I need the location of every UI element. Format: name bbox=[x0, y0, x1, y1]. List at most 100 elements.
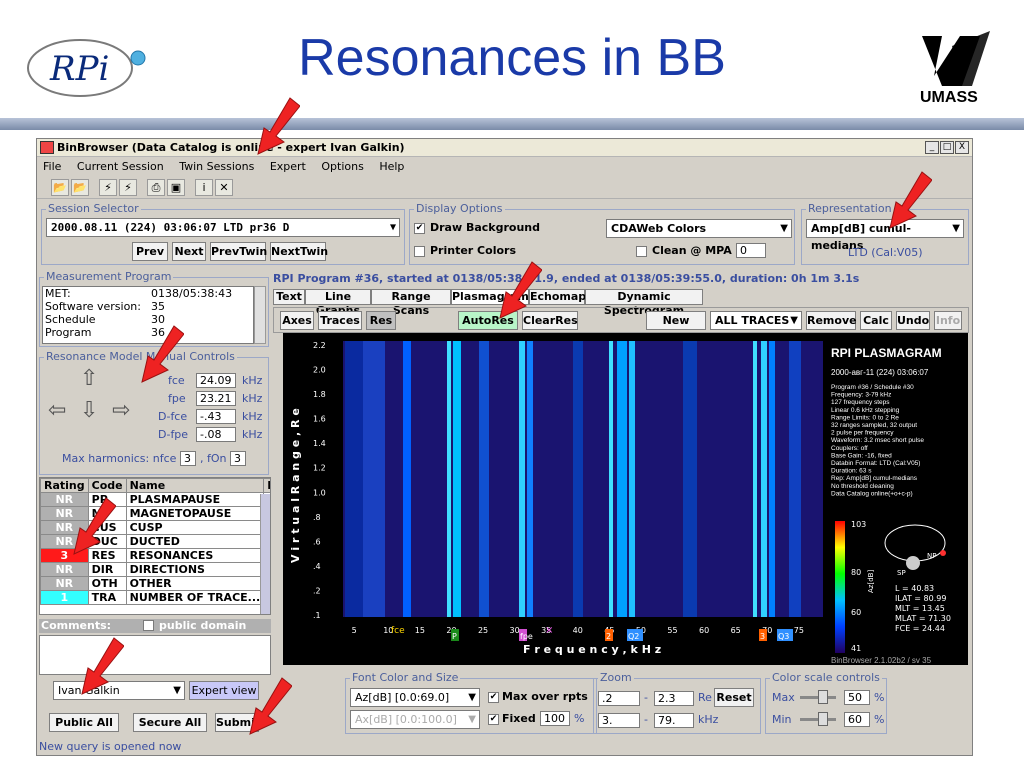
representation-combo[interactable]: Amp[dB] cumul-medians ▼ bbox=[806, 219, 964, 252]
fixed-value-input[interactable]: 100 bbox=[540, 711, 570, 726]
nexttwin-button[interactable]: NextTwin bbox=[270, 242, 328, 261]
header-code[interactable]: Code bbox=[87, 478, 127, 493]
header-rating[interactable]: Rating bbox=[40, 478, 89, 493]
plasmagram-date: 2000-авг-11 (224) 03:06:07 bbox=[831, 368, 929, 377]
min-label: Min bbox=[772, 713, 792, 726]
next-button[interactable]: Next bbox=[172, 242, 206, 261]
info-button[interactable]: Info bbox=[934, 311, 962, 330]
menu-file[interactable]: File bbox=[43, 160, 61, 173]
comments-textarea[interactable] bbox=[39, 635, 271, 675]
menu-current-session[interactable]: Current Session bbox=[77, 160, 164, 173]
secure-all-button[interactable]: Secure All bbox=[133, 713, 207, 732]
max-over-rpts-checkbox[interactable]: ✔ bbox=[488, 692, 499, 703]
open-folder-plus-icon[interactable]: 📂 bbox=[71, 179, 89, 196]
draw-background-checkbox[interactable]: ✔ bbox=[414, 223, 425, 234]
new-trace-button[interactable]: New trace bbox=[646, 311, 706, 344]
zoom-range-from[interactable]: .2 bbox=[598, 691, 640, 706]
header-pu[interactable]: Pu bbox=[263, 478, 270, 493]
remove-button[interactable]: Remove bbox=[806, 311, 857, 330]
axes-button[interactable]: Axes bbox=[280, 311, 314, 330]
window-title: BinBrowser (Data Catalog is online - exp… bbox=[57, 141, 405, 154]
calc-button[interactable]: Calc bbox=[860, 311, 892, 330]
dfpe-label: D-fpe bbox=[158, 428, 189, 441]
representation-group: Representation Amp[dB] cumul-medians ▼ LT… bbox=[801, 202, 969, 265]
info-line: 32 ranges sampled, 32 output bbox=[831, 422, 917, 429]
max-slider-handle[interactable] bbox=[818, 690, 828, 704]
public-all-button[interactable]: Public All bbox=[49, 713, 119, 732]
plasmagram-svg[interactable]: 2.22.01.81.61.41.21.0.8.6.4.2.1 51015202… bbox=[283, 333, 968, 665]
tab-dynamic-spectrogram[interactable]: Dynamic Spectrogram bbox=[585, 289, 703, 317]
fon-input[interactable]: 3 bbox=[230, 451, 246, 466]
close-button[interactable]: X bbox=[955, 141, 969, 154]
arrow-down-icon[interactable]: ⇩ bbox=[80, 398, 98, 423]
undo-button[interactable]: Undo bbox=[896, 311, 930, 330]
menu-options[interactable]: Options bbox=[321, 160, 363, 173]
dfce-input[interactable]: -.43 bbox=[196, 409, 236, 424]
table-row[interactable]: NR OTH OTHER bbox=[40, 576, 270, 591]
rating-cell[interactable]: NR bbox=[40, 576, 89, 591]
font-combo-1[interactable]: Az[dB] [0.0:69.0] ▼ bbox=[350, 688, 480, 707]
rating-cell[interactable]: 1 bbox=[40, 590, 89, 605]
measurement-scrollbar[interactable] bbox=[254, 286, 266, 344]
tab-line-graphs[interactable]: Line Graphs bbox=[305, 289, 371, 317]
arrow-left-icon[interactable]: ⇦ bbox=[48, 398, 66, 423]
menu-expert[interactable]: Expert bbox=[270, 160, 306, 173]
table-row[interactable]: NR DIR DIRECTIONS bbox=[40, 562, 270, 577]
met-key: MET: bbox=[45, 287, 71, 300]
nfce-input[interactable]: 3 bbox=[180, 451, 196, 466]
table-row[interactable]: 1TRANUMBER OF TRACE...✔ bbox=[40, 590, 270, 605]
max-harmonics-label: Max harmonics: nfce bbox=[62, 452, 177, 465]
min-slider-handle[interactable] bbox=[818, 712, 828, 726]
representation-sub: LTD (Cal:V05) bbox=[848, 246, 923, 259]
session-combo[interactable]: 2000.08.11 (224) 03:06:07 LTD pr36 D ▼ bbox=[46, 218, 400, 237]
info-line: Databin Format: LTD (Cal:V05) bbox=[831, 460, 920, 467]
menu-twin-sessions[interactable]: Twin Sessions bbox=[179, 160, 254, 173]
max-label: Max bbox=[772, 691, 795, 704]
tab-text[interactable]: Text bbox=[273, 289, 305, 305]
arrow-right-icon[interactable]: ⇨ bbox=[112, 398, 130, 423]
res-button[interactable]: Res bbox=[366, 311, 396, 330]
rating-cell[interactable]: NR bbox=[40, 562, 89, 577]
traces-button[interactable]: Traces bbox=[318, 311, 362, 330]
menu-help[interactable]: Help bbox=[379, 160, 404, 173]
all-traces-combo[interactable]: ALL TRACES ▼ bbox=[710, 311, 802, 330]
max-value-input[interactable]: 50 bbox=[844, 690, 870, 705]
fce-input[interactable]: 24.09 bbox=[196, 373, 236, 388]
lightning-plus-icon[interactable]: ⚡ bbox=[119, 179, 137, 196]
zoom-freq-from[interactable]: 3. bbox=[598, 713, 640, 728]
representation-label: Representation bbox=[806, 202, 894, 215]
zoom-freq-to[interactable]: 79. bbox=[654, 713, 694, 728]
open-folder-icon[interactable]: 📂 bbox=[51, 179, 69, 196]
print-icon[interactable]: ⎙ bbox=[147, 179, 165, 196]
public-domain-checkbox[interactable] bbox=[143, 620, 154, 631]
tools-icon[interactable]: ✕ bbox=[215, 179, 233, 196]
prevtwin-button[interactable]: PrevTwin bbox=[210, 242, 267, 261]
plasmagram-title: RPI PLASMAGRAM bbox=[831, 346, 942, 360]
zoom-range-dash: - bbox=[644, 691, 648, 704]
header-name[interactable]: Name bbox=[125, 478, 265, 493]
minimize-button[interactable]: _ bbox=[925, 141, 939, 154]
maximize-button[interactable]: □ bbox=[940, 141, 954, 154]
x-tick-label: 40 bbox=[573, 626, 583, 635]
printer-colors-label: Printer Colors bbox=[430, 244, 516, 257]
arrow-up-icon[interactable]: ⇧ bbox=[80, 366, 98, 391]
image-icon[interactable]: ▣ bbox=[167, 179, 185, 196]
y-tick-label: 1.0 bbox=[313, 488, 326, 497]
font-combo-2[interactable]: Ax[dB] [0.0:100.0] ▼ bbox=[350, 710, 480, 729]
color-scheme-combo[interactable]: CDAWeb Colors ▼ bbox=[606, 219, 792, 238]
clean-mpa-input[interactable]: 0 bbox=[736, 243, 766, 258]
clean-mpa-checkbox[interactable] bbox=[636, 246, 647, 257]
comments-label: Comments: bbox=[41, 619, 112, 632]
prev-button[interactable]: Prev bbox=[132, 242, 168, 261]
fixed-checkbox[interactable]: ✔ bbox=[488, 714, 499, 725]
dfpe-input[interactable]: -.08 bbox=[196, 427, 236, 442]
printer-colors-checkbox[interactable] bbox=[414, 246, 425, 257]
min-value-input[interactable]: 60 bbox=[844, 712, 870, 727]
tab-range-scans[interactable]: Range Scans bbox=[371, 289, 451, 317]
lightning-icon[interactable]: ⚡ bbox=[99, 179, 117, 196]
rating-scrollbar[interactable] bbox=[260, 494, 270, 614]
fpe-input[interactable]: 23.21 bbox=[196, 391, 236, 406]
zoom-range-to[interactable]: 2.3 bbox=[654, 691, 694, 706]
info-icon[interactable]: i bbox=[195, 179, 213, 196]
zoom-reset-button[interactable]: Reset bbox=[714, 688, 754, 707]
